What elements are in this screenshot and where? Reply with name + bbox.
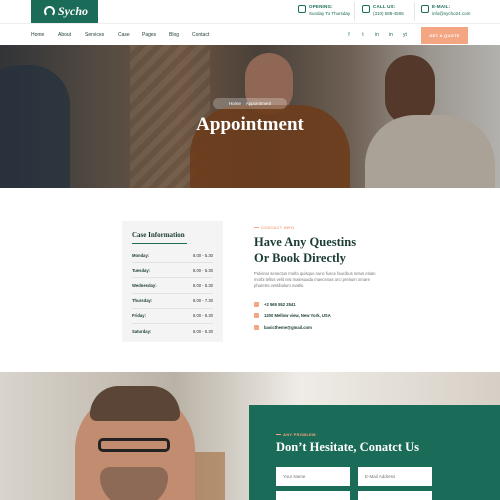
hero-banner: Home Appointment Appointment [0,45,500,188]
hours-time: 8.00 - 5.30 [192,282,213,288]
hours-day: Saturday: [132,329,152,335]
hours-day: Friday: [132,313,146,319]
nav-services[interactable]: Services [85,32,104,38]
hours-time: 8.00 - 7.30 [192,298,213,304]
mail-icon [254,325,259,330]
instagram-icon[interactable]: in [373,31,381,39]
contact-email-text: basictheme@gmail.com [264,325,312,330]
breadcrumb-home[interactable]: Home [229,101,241,106]
nav-case[interactable]: Case [118,32,130,38]
twitter-icon[interactable]: t [359,31,367,39]
youtube-icon[interactable]: yt [401,31,409,39]
top-bar: Sycho OPENING: Sunday To Thursday CALL U… [0,0,500,23]
kicker-line [276,434,281,436]
get-a-quote-button[interactable]: GET A QUOTE [421,27,468,44]
contact-email[interactable]: basictheme@gmail.com [254,325,312,330]
hours-row: Monday: 8.00 - 5.30 [132,248,213,264]
man-hair [90,386,180,421]
nav-about[interactable]: About [58,32,71,38]
contact-phone[interactable]: +2 565 552 2541 [254,302,296,307]
beard [100,467,168,500]
hours-day: Wednesday: [132,282,157,288]
divider [354,2,355,21]
contact-paragraph: Pulvinar senectus morbi quisque nunc fus… [254,271,376,288]
location-pin-icon [254,313,259,318]
call-info: CALL US: (310) 588-4506 [362,4,404,16]
nav-blog[interactable]: Blog [169,32,179,38]
hours-day: Monday: [132,252,150,258]
case-information-title: Case Information [132,231,187,244]
hours-day: Thursday: [132,298,153,304]
nav-contact[interactable]: Contact [192,32,209,38]
main-nav: Home About Services Case Pages Blog Cont… [0,23,500,45]
opening-info: OPENING: Sunday To Thursday [298,4,350,16]
contact-address-text: 1200 Mellow view, New York, USA [264,313,331,318]
hours-row: Saturday: 8.00 - 5.30 [132,324,213,339]
logo-text: Sycho [58,4,88,18]
nav-pages[interactable]: Pages [142,32,156,38]
email-info: E-MAIL: info@sycho24.com [421,4,470,16]
hours-day: Tuesday: [132,267,151,273]
hours-time: 8.00 - 5.30 [192,267,213,273]
hours-list: Monday: 8.00 - 5.30 Tuesday: 8.00 - 5.30 W… [132,248,213,339]
divider [414,2,415,21]
contact-title-line1: Have Any Questins [254,235,357,249]
hours-row: Tuesday: 8.00 - 5.30 [132,263,213,279]
linkedin-icon[interactable]: in [387,31,395,39]
phone-icon [362,5,370,13]
form-field[interactable] [276,491,350,500]
opening-value: Sunday To Thursday [309,11,351,16]
contact-title-line2: Or Book Directly [254,251,346,265]
hours-time: 8.00 - 5.30 [192,329,213,335]
logo[interactable]: Sycho [31,0,98,23]
kicker-line [254,227,259,229]
breadcrumb: Home Appointment [213,98,287,109]
phone-icon [254,302,259,307]
call-value[interactable]: (310) 588-4506 [373,11,404,16]
logo-icon [44,6,55,17]
hours-row: Wednesday: 8.00 - 5.30 [132,278,213,294]
hours-row: Friday: 8.00 - 6.30 [132,309,213,324]
contact-kicker-text: CONTACT INFO [261,225,295,230]
contact-title: Have Any Questins Or Book Directly [254,234,404,266]
email-label: E-MAIL: [432,4,451,9]
form-kicker: ANY PROBLEM [276,432,316,437]
email-value[interactable]: info@sycho24.com [432,11,470,16]
call-label: CALL US: [373,4,396,9]
clock-icon [298,5,306,13]
contact-kicker: CONTACT INFO [254,225,295,230]
opening-label: OPENING: [309,4,333,9]
hours-time: 8.00 - 6.30 [192,313,213,319]
name-input[interactable] [276,467,350,486]
breadcrumb-current: Appointment [245,101,272,106]
facebook-icon[interactable]: f [345,31,353,39]
email-input[interactable] [358,467,432,486]
contact-address: 1200 Mellow view, New York, USA [254,313,331,318]
hours-time: 8.00 - 5.30 [192,252,213,258]
nav-home[interactable]: Home [31,32,44,38]
page-title: Appointment [196,114,304,135]
case-information-card: Case Information Monday: 8.00 - 5.30 Tues… [122,221,223,342]
form-field[interactable] [358,491,432,500]
glasses [98,438,170,452]
form-kicker-text: ANY PROBLEM [283,432,316,437]
contact-phone-text: +2 565 552 2541 [264,302,296,307]
mail-icon [421,5,429,13]
hours-row: Thursday: 8.00 - 7.30 [132,294,213,309]
form-title: Don’t Hesitate, Conatct Us [276,440,420,454]
